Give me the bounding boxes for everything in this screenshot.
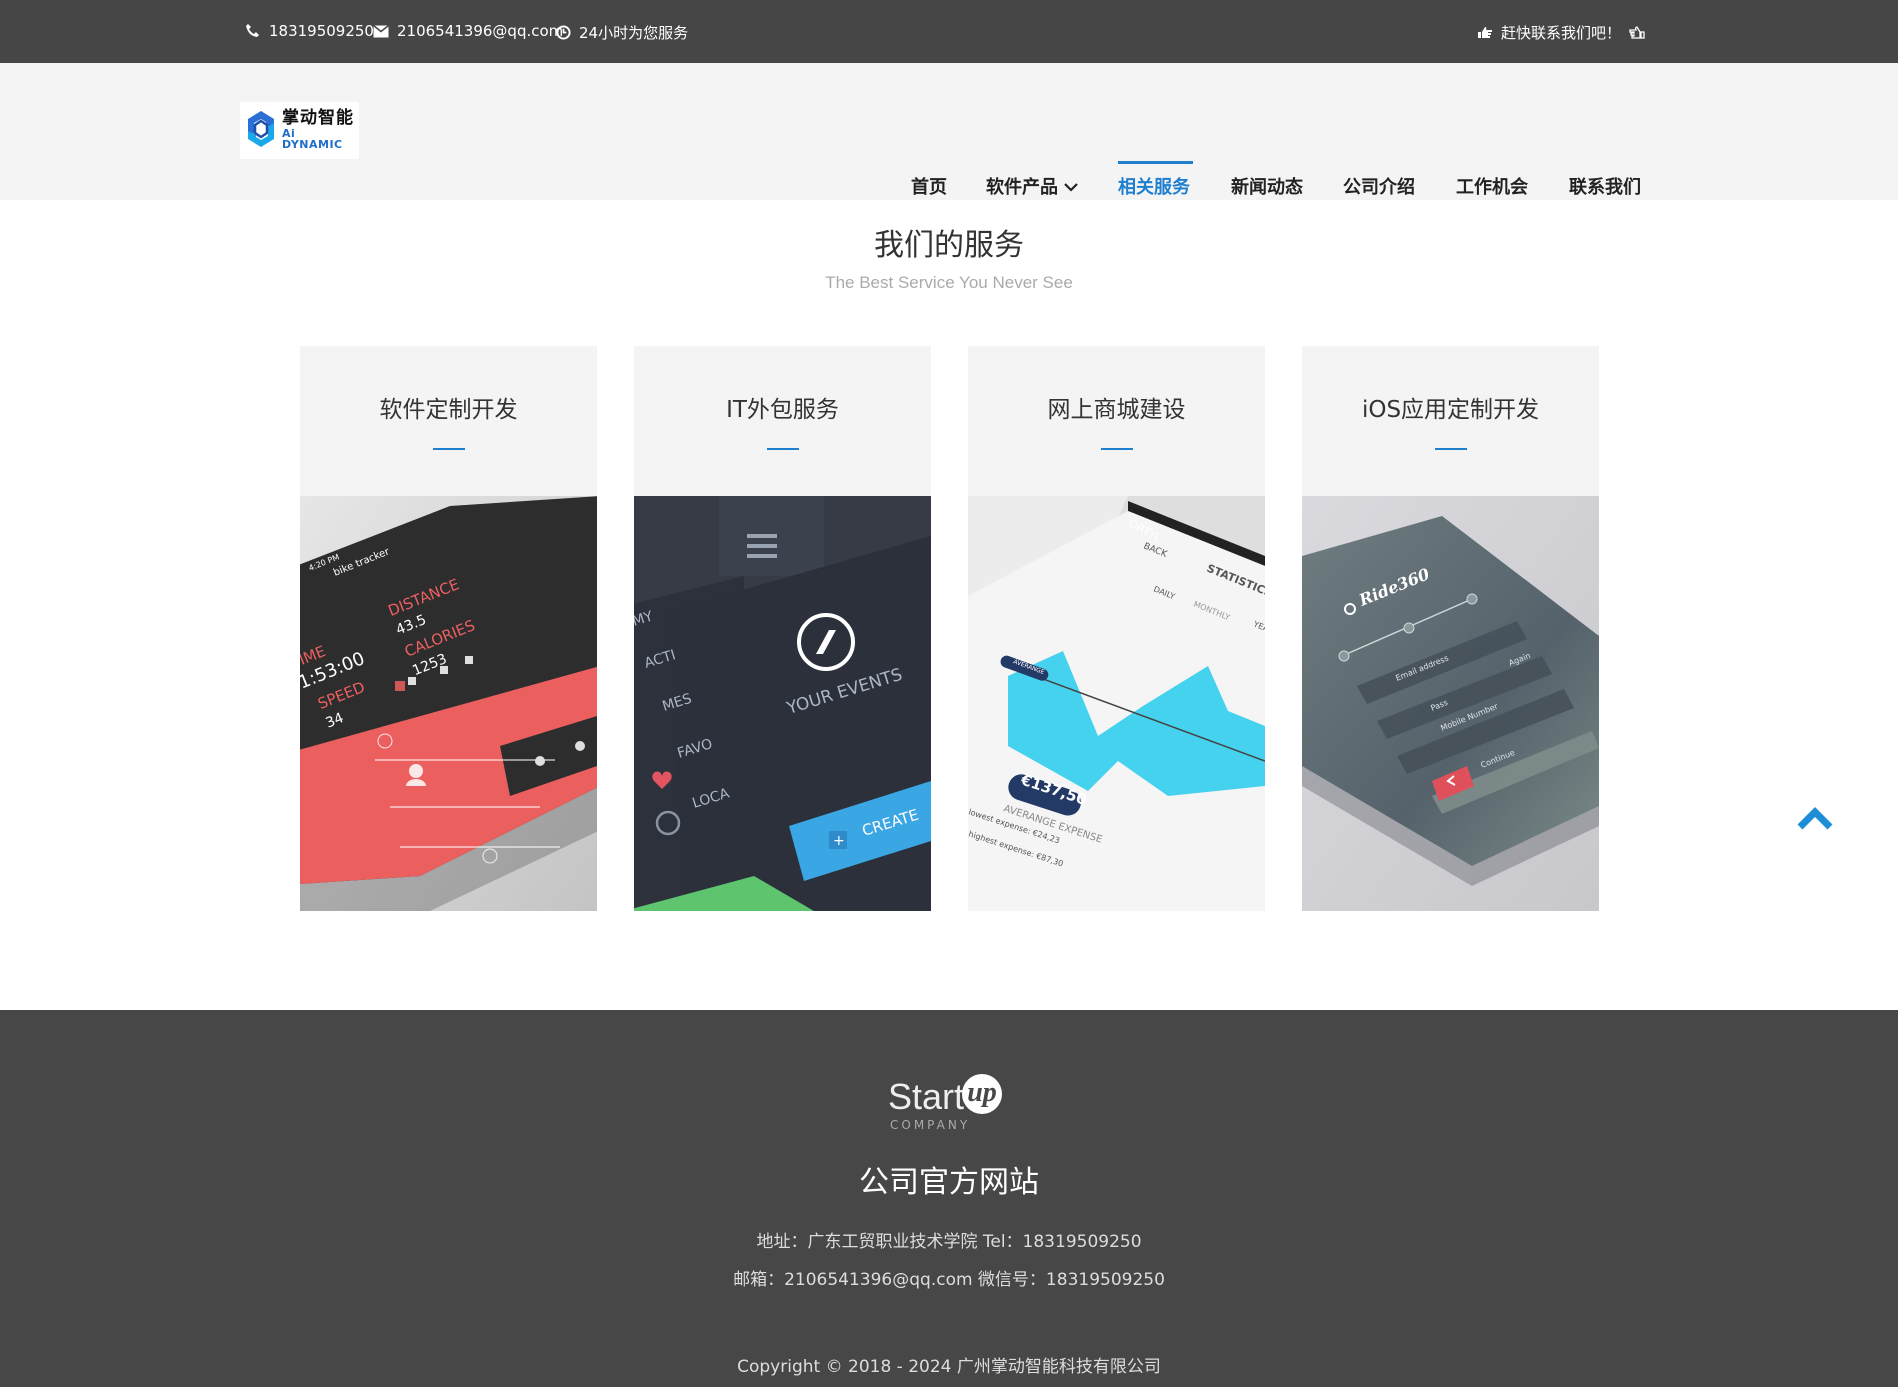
nav-software-products[interactable]: 软件产品 bbox=[986, 173, 1078, 199]
contact-cta[interactable]: 赶快联系我们吧！ bbox=[1477, 22, 1645, 43]
nav-jobs[interactable]: 工作机会 bbox=[1456, 173, 1528, 199]
active-nav-indicator bbox=[1118, 161, 1193, 164]
service-hours: 24小时为您服务 bbox=[556, 22, 688, 43]
phone-number: 18319509250 bbox=[269, 22, 374, 40]
footer-address: 地址：广东工贸职业技术学院 Tel：18319509250 bbox=[756, 1232, 1142, 1252]
nav-news[interactable]: 新闻动态 bbox=[1231, 173, 1303, 199]
email-address: 2106541396@qq.com bbox=[397, 22, 564, 40]
logo-company-text: COMPANY bbox=[890, 1118, 971, 1132]
clock-icon bbox=[556, 25, 571, 40]
hours-text: 24小时为您服务 bbox=[579, 24, 689, 42]
phone-icon bbox=[245, 23, 261, 39]
nav-about[interactable]: 公司介绍 bbox=[1343, 173, 1415, 199]
statistics-app-mockup: ORTYL BACK STATISTICS DAILY MONTHLY YEA … bbox=[968, 496, 1265, 911]
pointing-hand-left-icon bbox=[1629, 25, 1645, 40]
logo-name-en: Ai DYNAMIC bbox=[282, 126, 343, 152]
mail-icon bbox=[373, 24, 389, 38]
title-underline bbox=[767, 448, 799, 450]
nav-contact[interactable]: 联系我们 bbox=[1569, 173, 1641, 199]
back-to-top-button[interactable] bbox=[1797, 805, 1833, 835]
service-card-title: iOS应用定制开发 bbox=[1361, 397, 1540, 423]
service-card-ios-app[interactable]: iOS应用定制开发 Ride360 Email address Again Pa… bbox=[1302, 346, 1599, 911]
logo-up-text: up bbox=[962, 1074, 1002, 1114]
pointing-hand-right-icon bbox=[1477, 26, 1493, 40]
chevron-down-icon bbox=[1064, 176, 1078, 197]
service-card-title: 软件定制开发 bbox=[379, 397, 518, 423]
footer-contact: 邮箱：2106541396@qq.com 微信号：18319509250 bbox=[733, 1270, 1165, 1290]
logo-name-cn: 掌动智能 bbox=[282, 108, 354, 129]
title-underline bbox=[433, 448, 465, 450]
nav-home[interactable]: 首页 bbox=[911, 173, 947, 199]
footer-site-title: 公司官方网站 bbox=[859, 1165, 1039, 1200]
section-title: 我们的服务 bbox=[874, 228, 1024, 263]
service-card-title: 网上商城建设 bbox=[1047, 397, 1186, 423]
section-subtitle: The Best Service You Never See bbox=[825, 273, 1073, 292]
logo-start-text: Start bbox=[888, 1076, 965, 1117]
contact-phone[interactable]: 18319509250 bbox=[245, 22, 374, 40]
service-card-title: IT外包服务 bbox=[726, 397, 839, 423]
bike-tracker-app-mockup: bike tracker 4:20 PM DISTANCE 43.5 CALOR… bbox=[300, 496, 597, 911]
ai-dynamic-logo-icon bbox=[246, 109, 276, 153]
service-card-software[interactable]: 软件定制开发 bike tracker 4:20 PM DISTANCE 43.… bbox=[300, 346, 597, 911]
site-footer: Start up COMPANY 公司官方网站 地址：广东工贸职业技术学院 Te… bbox=[0, 1010, 1898, 1387]
title-underline bbox=[1101, 448, 1133, 450]
ride360-app-mockup: Ride360 Email address Again Pass Mobile … bbox=[1302, 496, 1599, 911]
cta-text: 赶快联系我们吧！ bbox=[1501, 24, 1622, 42]
top-bar: 18319509250 2106541396@qq.com 24小时为您服务 赶… bbox=[0, 0, 1898, 63]
nav-services[interactable]: 相关服务 bbox=[1118, 173, 1190, 199]
events-app-mockup: YOUR EVENTS MY ACTI MES FAVO LOCA + CREA… bbox=[634, 496, 931, 911]
service-card-it-outsourcing[interactable]: IT外包服务 YOUR EVENTS MY ACTI MES FAVO LOCA bbox=[634, 346, 931, 911]
nav-software-products-label: 软件产品 bbox=[986, 177, 1058, 198]
footer-copyright: Copyright © 2018 - 2024 广州掌动智能科技有限公司 bbox=[737, 1357, 1161, 1377]
contact-email[interactable]: 2106541396@qq.com bbox=[373, 22, 563, 40]
service-card-online-store[interactable]: 网上商城建设 ORTYL BACK STATISTICS DAILY MONTH… bbox=[968, 346, 1265, 911]
startup-logo: Start up COMPANY bbox=[0, 1074, 1898, 1134]
title-underline bbox=[1435, 448, 1467, 450]
svg-text:+: + bbox=[833, 833, 845, 849]
site-logo[interactable]: 掌动智能 Ai DYNAMIC bbox=[240, 102, 359, 159]
chevron-up-icon bbox=[1797, 807, 1833, 835]
